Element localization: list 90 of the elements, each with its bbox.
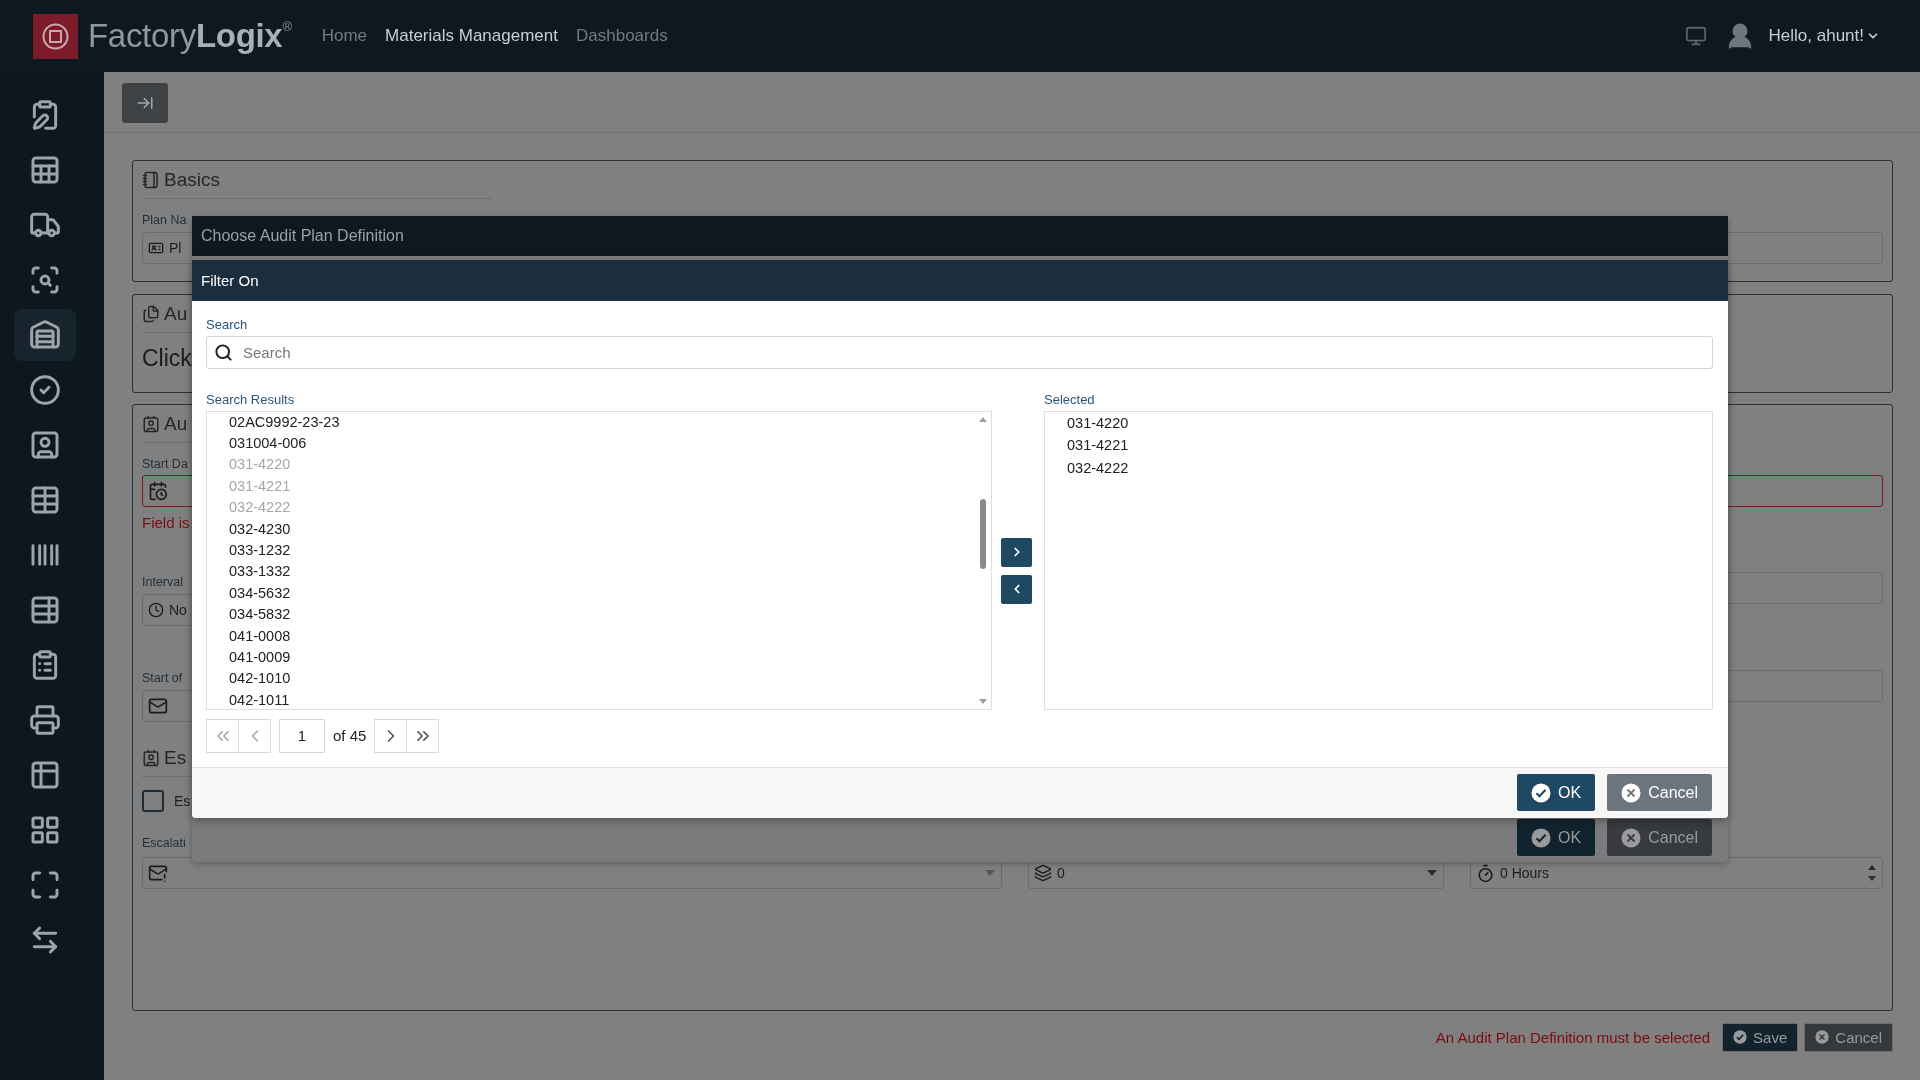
panel-title: Es <box>164 746 187 769</box>
contact-icon <box>142 414 160 433</box>
check-circle-icon <box>1733 1030 1748 1044</box>
close-circle-icon <box>1815 1030 1830 1044</box>
table-icon <box>29 154 61 186</box>
search-field[interactable]: Search <box>206 335 1713 369</box>
table-icon <box>29 484 61 516</box>
check-circle-icon <box>1531 827 1552 848</box>
calendar-icon <box>148 481 168 501</box>
list-label: Selected <box>1044 391 1095 407</box>
panel-title: Au <box>164 302 188 325</box>
field-label: Escalati <box>142 836 186 851</box>
list-item[interactable]: 032-4222 <box>1067 456 1129 480</box>
field-value: 0 <box>1057 865 1065 881</box>
field-value: Pl <box>169 240 182 256</box>
id-card-icon <box>148 240 164 256</box>
warehouse-icon <box>29 319 61 351</box>
error-message: An Audit Plan Definition must be selected <box>1435 1028 1711 1046</box>
sidebar-button[interactable] <box>14 309 76 361</box>
nav-link[interactable]: Materials Management <box>385 26 558 46</box>
page-input[interactable]: 1 <box>279 718 325 753</box>
search-icon <box>214 342 233 362</box>
list-item[interactable]: 034-5632 <box>229 582 291 605</box>
error-text: Field is <box>142 515 190 531</box>
page-count: of 45 <box>333 727 367 745</box>
list-label: Search Results <box>206 391 295 407</box>
checkbox-label: Es <box>174 793 191 809</box>
ok-button[interactable]: OK <box>1517 819 1596 856</box>
list-item[interactable]: 02AC9992-23-23 <box>229 411 340 433</box>
field-value: No <box>169 602 187 618</box>
dialog-title: Choose Audit Plan Definition <box>201 227 404 245</box>
dropdown-caret-icon <box>1426 869 1438 877</box>
cancel-button[interactable]: Cancel <box>1607 819 1712 856</box>
list-item[interactable]: 031004-006 <box>229 432 307 455</box>
list-item[interactable]: 042-1011 <box>229 689 290 709</box>
contact-icon <box>142 748 160 767</box>
field-label: Start of <box>142 671 183 686</box>
list-item[interactable]: 031-4221 <box>1067 434 1129 457</box>
files-icon <box>142 304 160 323</box>
dialog-title: Filter On <box>201 271 259 289</box>
nav-link[interactable]: Home <box>321 26 368 46</box>
nav-link[interactable]: Dashboards <box>576 26 668 46</box>
field-value: 0 Hours <box>1500 865 1550 881</box>
panel-title: Au <box>164 412 188 435</box>
grid-icon <box>29 814 61 846</box>
cancel-button[interactable]: Cancel <box>1607 774 1712 812</box>
save-button[interactable]: Save <box>1722 1022 1799 1052</box>
user-card-icon <box>29 429 61 461</box>
field-label: Start Da <box>142 457 188 472</box>
user-menu[interactable]: Hello, ahunt! <box>1768 26 1880 46</box>
close-circle-icon <box>1621 827 1642 848</box>
timer-icon <box>1476 863 1495 883</box>
logo-icon <box>33 13 78 59</box>
checkbox[interactable] <box>142 790 164 812</box>
scan-search-icon <box>29 264 61 296</box>
check-circle-icon <box>29 374 61 406</box>
monitor-icon[interactable] <box>1684 25 1707 47</box>
dropdown-caret-icon <box>984 869 997 877</box>
list-item[interactable]: 033-1232 <box>229 540 291 562</box>
list-item[interactable]: 041-0008 <box>229 625 291 647</box>
table-icon <box>29 594 61 626</box>
layers-icon <box>1034 864 1053 882</box>
list-item[interactable]: 031-4220 <box>1067 411 1129 435</box>
panel-title: Basics <box>164 168 220 191</box>
ok-button[interactable]: OK <box>1517 774 1596 812</box>
notebook-icon <box>142 170 160 189</box>
list-item[interactable]: 034-5832 <box>229 604 291 626</box>
field-label: Interval <box>142 575 183 590</box>
clock-icon <box>148 602 164 618</box>
check-circle-icon <box>1531 782 1552 803</box>
close-circle-icon <box>1621 782 1642 803</box>
cancel-button[interactable]: Cancel <box>1804 1022 1893 1052</box>
field-label: Search <box>206 316 248 332</box>
list-item[interactable]: 042-1010 <box>229 668 291 690</box>
list-item[interactable]: 032-4230 <box>229 518 291 540</box>
prompt-text: Click <box>142 345 192 372</box>
list-item[interactable]: 033-1332 <box>229 561 291 583</box>
arrow-to-line-icon <box>136 94 154 112</box>
table-icon <box>29 759 61 791</box>
last-page-button[interactable] <box>406 718 440 753</box>
add-button[interactable] <box>1001 537 1032 567</box>
expand-panel-button[interactable] <box>122 83 168 123</box>
mail-icon <box>148 696 168 716</box>
mail-alert-icon <box>148 863 168 883</box>
list-item[interactable]: 041-0009 <box>229 647 291 669</box>
field-label: Plan Na <box>142 213 187 228</box>
remove-button[interactable] <box>1001 574 1032 604</box>
expand-icon <box>29 869 61 901</box>
printer-icon <box>29 704 61 736</box>
brand-name: FactoryLogix$^{®}$ <box>88 17 292 55</box>
